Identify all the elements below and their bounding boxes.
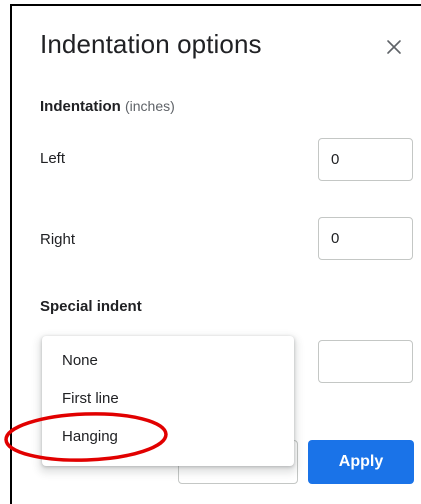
- apply-button[interactable]: Apply: [308, 440, 414, 484]
- right-indent-input[interactable]: [318, 217, 413, 260]
- indentation-heading: Indentation (inches): [40, 98, 175, 115]
- menu-option-hanging[interactable]: Hanging: [42, 418, 294, 456]
- left-indent-input[interactable]: [318, 138, 413, 181]
- menu-option-none[interactable]: None: [42, 342, 294, 380]
- close-icon[interactable]: [384, 37, 404, 57]
- special-indent-dropdown-menu: None First line Hanging: [42, 336, 294, 466]
- dialog-title: Indentation options: [40, 29, 262, 59]
- special-indent-amount-input[interactable]: [318, 340, 413, 383]
- right-indent-label: Right: [40, 231, 76, 248]
- menu-option-first-line[interactable]: First line: [42, 380, 294, 418]
- indentation-heading-label: Indentation: [40, 98, 121, 115]
- left-indent-label: Left: [40, 150, 66, 167]
- special-indent-heading: Special indent: [40, 298, 142, 315]
- indentation-unit-label: (inches): [125, 98, 175, 114]
- special-indent-heading-label: Special indent: [40, 298, 142, 315]
